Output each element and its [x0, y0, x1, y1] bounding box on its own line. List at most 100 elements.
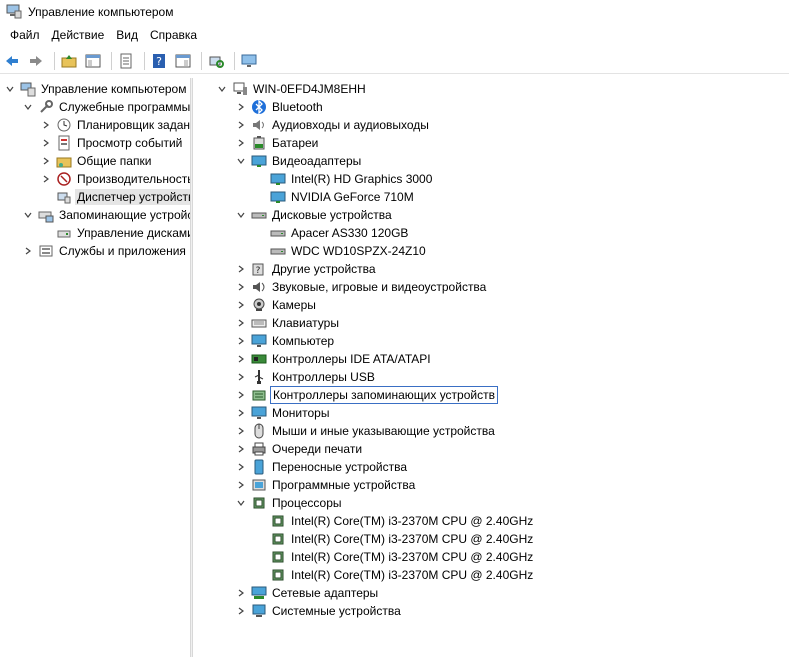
tree-item[interactable]: Камеры — [235, 296, 318, 314]
chevron-right-icon[interactable] — [235, 404, 247, 422]
chevron-right-icon[interactable] — [235, 134, 247, 152]
show-hide-console-tree-button[interactable] — [83, 51, 103, 71]
properties-icon — [120, 53, 132, 68]
tree-item[interactable]: Клавиатуры — [235, 314, 341, 332]
tree-item[interactable]: Процессоры — [235, 494, 344, 512]
tree-item[interactable]: Очереди печати — [235, 440, 364, 458]
tree-item[interactable]: Управление дисками — [40, 224, 190, 242]
chevron-right-icon[interactable] — [235, 440, 247, 458]
chevron-down-icon[interactable] — [22, 98, 34, 116]
chevron-right-icon[interactable] — [235, 584, 247, 602]
printer-icon — [251, 441, 267, 457]
back-button[interactable] — [2, 51, 22, 71]
chevron-right-icon[interactable] — [235, 332, 247, 350]
tree-item[interactable]: Переносные устройства — [235, 458, 409, 476]
tree-item[interactable]: Производительность — [40, 170, 190, 188]
forward-button[interactable] — [26, 51, 46, 71]
chevron-right-icon[interactable] — [235, 458, 247, 476]
console-tree-icon — [85, 54, 101, 67]
scan-hardware-button[interactable] — [206, 51, 226, 71]
menu-bar: Файл Действие Вид Справка — [0, 24, 789, 46]
tree-item[interactable]: Контроллеры запоминающих устройств — [235, 386, 498, 404]
chevron-right-icon[interactable] — [235, 476, 247, 494]
chevron-right-icon[interactable] — [235, 314, 247, 332]
up-level-button[interactable] — [59, 51, 79, 71]
display-button[interactable] — [239, 51, 259, 71]
action-pane-button[interactable] — [173, 51, 193, 71]
chevron-down-icon[interactable] — [235, 494, 247, 512]
tree-item[interactable]: Сетевые адаптеры — [235, 584, 380, 602]
help-button[interactable]: ? — [149, 51, 169, 71]
tree-item-label: Очереди печати — [272, 442, 363, 456]
tree-item-label: Службы и приложения — [59, 244, 186, 258]
tree-item[interactable]: Контроллеры IDE ATA/ATAPI — [235, 350, 433, 368]
chevron-right-icon[interactable] — [40, 134, 52, 152]
tree-item[interactable]: Компьютер — [235, 332, 336, 350]
tree-item[interactable]: Intel(R) Core(TM) i3-2370M CPU @ 2.40GHz — [254, 512, 535, 530]
tree-item[interactable]: Intel(R) HD Graphics 3000 — [254, 170, 434, 188]
toolbar-separator — [54, 51, 55, 70]
mouse-icon — [251, 423, 267, 439]
chevron-right-icon[interactable] — [235, 368, 247, 386]
chevron-right-icon[interactable] — [40, 152, 52, 170]
chevron-right-icon[interactable] — [235, 296, 247, 314]
chevron-right-icon[interactable] — [235, 602, 247, 620]
menu-file[interactable]: Файл — [4, 28, 46, 42]
chevron-right-icon[interactable] — [235, 98, 247, 116]
tree-item[interactable]: Мониторы — [235, 404, 331, 422]
menu-help[interactable]: Справка — [144, 28, 203, 42]
tree-item[interactable]: Аудиовходы и аудиовыходы — [235, 116, 431, 134]
tree-item[interactable]: Bluetooth — [235, 98, 325, 116]
tree-item[interactable]: Батареи — [235, 134, 320, 152]
chevron-down-icon[interactable] — [235, 152, 247, 170]
tree-item[interactable]: Intel(R) Core(TM) i3-2370M CPU @ 2.40GHz — [254, 530, 535, 548]
tree-item-label: Другие устройства — [272, 262, 376, 276]
tree-item[interactable]: Служебные программы — [22, 98, 190, 116]
chevron-right-icon[interactable] — [235, 350, 247, 368]
tree-item-label: Контроллеры IDE ATA/ATAPI — [272, 352, 431, 366]
computer-mgmt-icon — [20, 81, 36, 97]
tree-item[interactable]: Контроллеры USB — [235, 368, 377, 386]
tree-item[interactable]: Общие папки — [40, 152, 153, 170]
menu-view[interactable]: Вид — [110, 28, 144, 42]
chevron-right-icon[interactable] — [40, 116, 52, 134]
tree-item[interactable]: Видеоадаптеры — [235, 152, 363, 170]
tree-item[interactable]: NVIDIA GeForce 710M — [254, 188, 416, 206]
tree-item[interactable]: Дисковые устройства — [235, 206, 394, 224]
window-title: Управление компьютером — [28, 5, 174, 19]
tree-item[interactable]: Intel(R) Core(TM) i3-2370M CPU @ 2.40GHz — [254, 566, 535, 584]
tree-item-label: Intel(R) Core(TM) i3-2370M CPU @ 2.40GHz — [291, 532, 534, 546]
tree-item[interactable]: Планировщик заданий — [40, 116, 190, 134]
tree-item[interactable]: Звуковые, игровые и видеоустройства — [235, 278, 488, 296]
display-adapter-icon — [270, 189, 286, 205]
chevron-right-icon[interactable] — [235, 116, 247, 134]
tree-item[interactable]: Управление компьютером (л — [4, 80, 190, 98]
tree-item[interactable]: Диспетчер устройств — [40, 188, 190, 206]
tree-item[interactable]: WIN-0EFD4JM8EHH — [216, 80, 368, 98]
properties-button[interactable] — [116, 51, 136, 71]
chevron-right-icon[interactable] — [22, 242, 34, 260]
chevron-right-icon[interactable] — [235, 260, 247, 278]
tree-item[interactable]: Системные устройства — [235, 602, 403, 620]
menu-action[interactable]: Действие — [46, 28, 111, 42]
tree-item[interactable]: ? Другие устройства — [235, 260, 378, 278]
chevron-right-icon[interactable] — [40, 170, 52, 188]
pane-splitter[interactable] — [190, 78, 193, 657]
chevron-down-icon[interactable] — [235, 206, 247, 224]
chevron-right-icon[interactable] — [235, 278, 247, 296]
tree-item[interactable]: Запоминающие устройст — [22, 206, 190, 224]
tree-item[interactable]: Программные устройства — [235, 476, 417, 494]
chevron-down-icon[interactable] — [4, 80, 16, 98]
chevron-down-icon[interactable] — [216, 80, 228, 98]
tree-item[interactable]: WDC WD10SPZX-24Z10 — [254, 242, 428, 260]
chevron-right-icon[interactable] — [235, 386, 247, 404]
tree-item-label: Переносные устройства — [272, 460, 408, 474]
tree-item[interactable]: Службы и приложения — [22, 242, 188, 260]
chevron-right-icon[interactable] — [235, 422, 247, 440]
chevron-down-icon[interactable] — [22, 206, 34, 224]
tree-item[interactable]: Просмотр событий — [40, 134, 184, 152]
tree-item[interactable]: Intel(R) Core(TM) i3-2370M CPU @ 2.40GHz — [254, 548, 535, 566]
camera-icon — [251, 297, 267, 313]
tree-item[interactable]: Apacer AS330 120GB — [254, 224, 410, 242]
tree-item[interactable]: Мыши и иные указывающие устройства — [235, 422, 497, 440]
